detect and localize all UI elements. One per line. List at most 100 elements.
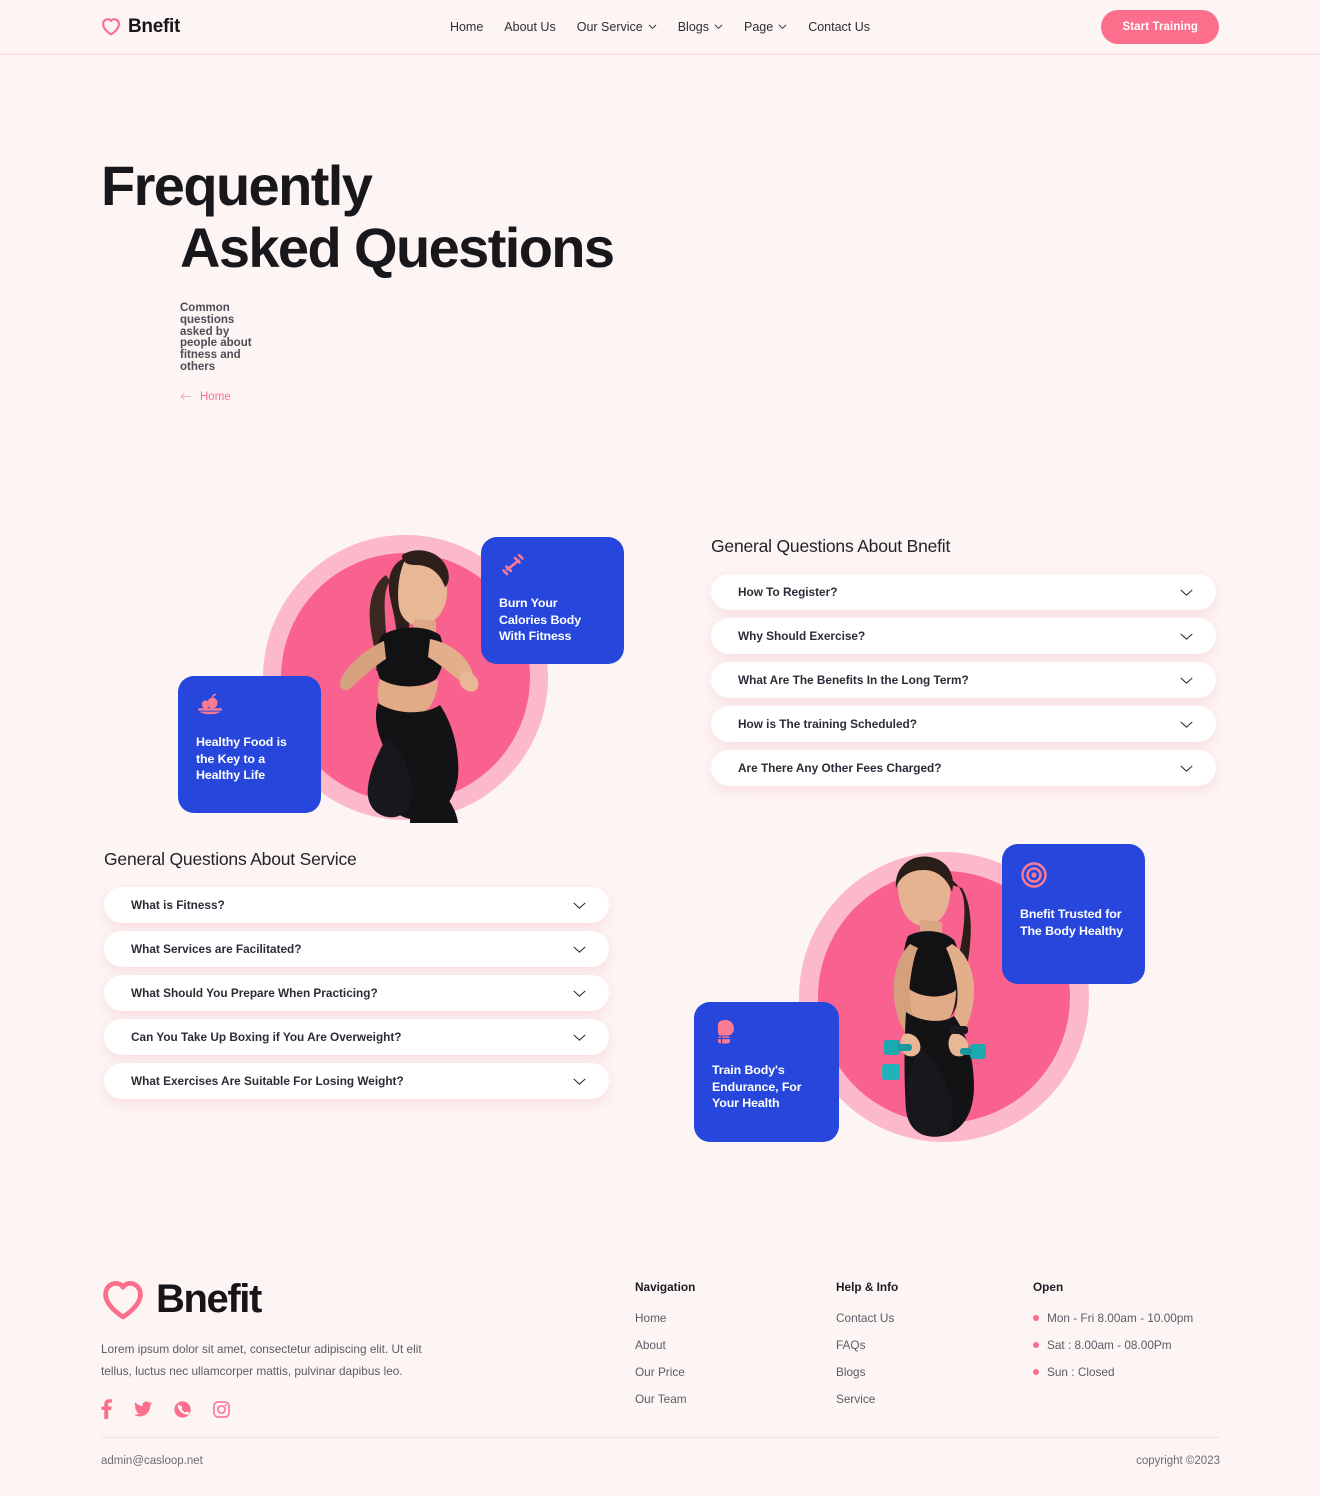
faq-item[interactable]: What Exercises Are Suitable For Losing W… bbox=[104, 1063, 609, 1099]
nav-label: Home bbox=[449, 19, 484, 34]
faq-item[interactable]: What Are The Benefits In the Long Term? bbox=[711, 662, 1216, 698]
nav-label: Our Service bbox=[576, 19, 643, 34]
footer-link[interactable]: About bbox=[635, 1338, 695, 1352]
social-links bbox=[101, 1399, 521, 1424]
chevron-down-icon[interactable] bbox=[572, 989, 587, 998]
footer-bottom-bar: admin@casloop.net copyright ©2023 bbox=[101, 1455, 1220, 1467]
faq-question: Can You Take Up Boxing if You Are Overwe… bbox=[131, 1030, 402, 1044]
footer-link[interactable]: Service bbox=[836, 1392, 898, 1406]
footer-column-navigation: Navigation Home About Our Price Our Team bbox=[635, 1280, 695, 1419]
page-title-line-1: Frequently bbox=[101, 154, 373, 217]
bullet-dot-icon bbox=[1033, 1369, 1039, 1375]
faq-accordion-bnefit: How To Register? Why Should Exercise? Wh… bbox=[711, 574, 1216, 786]
nav-item-about-us[interactable]: About Us bbox=[504, 20, 555, 34]
footer-link-list: Home About Our Price Our Team bbox=[635, 1311, 695, 1406]
opening-hours-list: Mon - Fri 8.00am - 10.00pm Sat : 8.00am … bbox=[1033, 1311, 1193, 1379]
footer-link[interactable]: Blogs bbox=[836, 1365, 898, 1379]
faq-item[interactable]: How To Register? bbox=[711, 574, 1216, 610]
chevron-down-icon[interactable] bbox=[1179, 632, 1194, 641]
hero-section: Frequently Asked Questions Common questi… bbox=[101, 155, 801, 403]
opening-hours-text: Mon - Fri 8.00am - 10.00pm bbox=[1047, 1311, 1194, 1325]
faq-question: What Should You Prepare When Practicing? bbox=[131, 986, 378, 1000]
fitness-illustration-2: Bnefit Trusted for The Body Healthy Trai… bbox=[694, 840, 1145, 1142]
nav-item-our-service[interactable]: Our Service bbox=[577, 20, 657, 34]
breadcrumb[interactable]: Home bbox=[101, 391, 801, 403]
page-title-line-2: Asked Questions bbox=[180, 216, 615, 279]
chevron-down-icon[interactable] bbox=[572, 945, 587, 954]
card-text: Train Body's Endurance, For Your Health bbox=[712, 1063, 802, 1110]
opening-hours-item: Sat : 8.00am - 08.00Pm bbox=[1033, 1338, 1193, 1352]
start-training-button[interactable]: Start Training bbox=[1101, 9, 1219, 44]
nav-label: Contact Us bbox=[808, 19, 871, 34]
faq-question: Are There Any Other Fees Charged? bbox=[738, 761, 942, 775]
faq-item[interactable]: What Should You Prepare When Practicing? bbox=[104, 975, 609, 1011]
footer-link[interactable]: FAQs bbox=[836, 1338, 898, 1352]
faq-question: How is The training Scheduled? bbox=[738, 717, 917, 731]
boxing-glove-icon bbox=[712, 1019, 821, 1050]
facebook-icon[interactable] bbox=[101, 1399, 112, 1424]
chevron-down-icon[interactable] bbox=[1179, 588, 1194, 597]
nav-item-page[interactable]: Page bbox=[744, 20, 787, 34]
opening-hours-item: Sun : Closed bbox=[1033, 1365, 1193, 1379]
twitter-icon[interactable] bbox=[134, 1401, 152, 1422]
dumbbell-icon bbox=[499, 553, 606, 583]
card-burn-calories: Burn Your Calories Body With Fitness bbox=[481, 537, 624, 664]
faq-item[interactable]: Are There Any Other Fees Charged? bbox=[711, 750, 1216, 786]
footer-description: Lorem ipsum dolor sit amet, consectetur … bbox=[101, 1342, 422, 1378]
whatsapp-icon[interactable] bbox=[174, 1400, 191, 1423]
faq-item[interactable]: What is Fitness? bbox=[104, 887, 609, 923]
faq-section-service: General Questions About Service What is … bbox=[104, 849, 609, 1099]
footer-column-open-hours: Open Mon - Fri 8.00am - 10.00pm Sat : 8.… bbox=[1033, 1280, 1193, 1392]
chevron-down-icon bbox=[648, 20, 657, 34]
faq-question: What Are The Benefits In the Long Term? bbox=[738, 673, 969, 687]
faq-item[interactable]: How is The training Scheduled? bbox=[711, 706, 1216, 742]
footer-copyright: copyright ©2023 bbox=[1136, 1455, 1220, 1467]
target-icon bbox=[1020, 861, 1127, 894]
faq-question: What Exercises Are Suitable For Losing W… bbox=[131, 1074, 404, 1088]
footer-link[interactable]: Our Price bbox=[635, 1365, 695, 1379]
faq-item[interactable]: Can You Take Up Boxing if You Are Overwe… bbox=[104, 1019, 609, 1055]
footer-link[interactable]: Our Team bbox=[635, 1392, 695, 1406]
nav-item-home[interactable]: Home bbox=[450, 20, 483, 34]
opening-hours-text: Sat : 8.00am - 08.00Pm bbox=[1047, 1338, 1172, 1352]
heart-icon bbox=[101, 1279, 145, 1320]
opening-hours-text: Sun : Closed bbox=[1047, 1365, 1115, 1379]
card-text: Bnefit Trusted for The Body Healthy bbox=[1020, 907, 1124, 938]
nav-item-blogs[interactable]: Blogs bbox=[678, 20, 723, 34]
chevron-down-icon[interactable] bbox=[572, 1077, 587, 1086]
chevron-down-icon bbox=[778, 20, 787, 34]
footer-link[interactable]: Contact Us bbox=[836, 1311, 898, 1325]
site-header: Bnefit Home About Us Our Service Blogs P… bbox=[0, 0, 1320, 55]
faq-item[interactable]: What Services are Facilitated? bbox=[104, 931, 609, 967]
chevron-down-icon[interactable] bbox=[1179, 676, 1194, 685]
footer-divider bbox=[101, 1437, 1220, 1438]
nav-item-contact-us[interactable]: Contact Us bbox=[808, 20, 870, 34]
faq-question: How To Register? bbox=[738, 585, 838, 599]
nav-label: Page bbox=[744, 19, 774, 34]
footer-link[interactable]: Home bbox=[635, 1311, 695, 1325]
chevron-down-icon[interactable] bbox=[1179, 764, 1194, 773]
chevron-down-icon bbox=[714, 20, 723, 34]
card-train-endurance: Train Body's Endurance, For Your Health bbox=[694, 1002, 839, 1142]
footer-column-title: Open bbox=[1033, 1280, 1064, 1294]
faq-page: Bnefit Home About Us Our Service Blogs P… bbox=[0, 0, 1320, 1496]
faq-section-title: General Questions About Bnefit bbox=[711, 536, 951, 556]
faq-section-title: General Questions About Service bbox=[104, 849, 357, 869]
instagram-icon[interactable] bbox=[213, 1400, 230, 1423]
hero-subtitle: Common questions asked by people about f… bbox=[180, 302, 252, 373]
chevron-down-icon[interactable] bbox=[572, 1033, 587, 1042]
chevron-down-icon[interactable] bbox=[572, 901, 587, 910]
faq-item[interactable]: Why Should Exercise? bbox=[711, 618, 1216, 654]
footer-brand-name: Bnefit bbox=[156, 1277, 262, 1321]
bullet-dot-icon bbox=[1033, 1315, 1039, 1321]
faq-question: What is Fitness? bbox=[131, 898, 225, 912]
opening-hours-item: Mon - Fri 8.00am - 10.00pm bbox=[1033, 1311, 1193, 1325]
chevron-down-icon[interactable] bbox=[1179, 720, 1194, 729]
footer-email[interactable]: admin@casloop.net bbox=[101, 1455, 203, 1467]
faq-accordion-service: What is Fitness? What Services are Facil… bbox=[104, 887, 609, 1099]
faq-question: Why Should Exercise? bbox=[738, 629, 866, 643]
footer-logo[interactable]: Bnefit bbox=[101, 1277, 521, 1322]
card-healthy-food: Healthy Food is the Key to a Healthy Lif… bbox=[178, 676, 321, 813]
faq-section-bnefit: General Questions About Bnefit How To Re… bbox=[711, 536, 1216, 786]
card-text: Burn Your Calories Body With Fitness bbox=[499, 596, 582, 643]
